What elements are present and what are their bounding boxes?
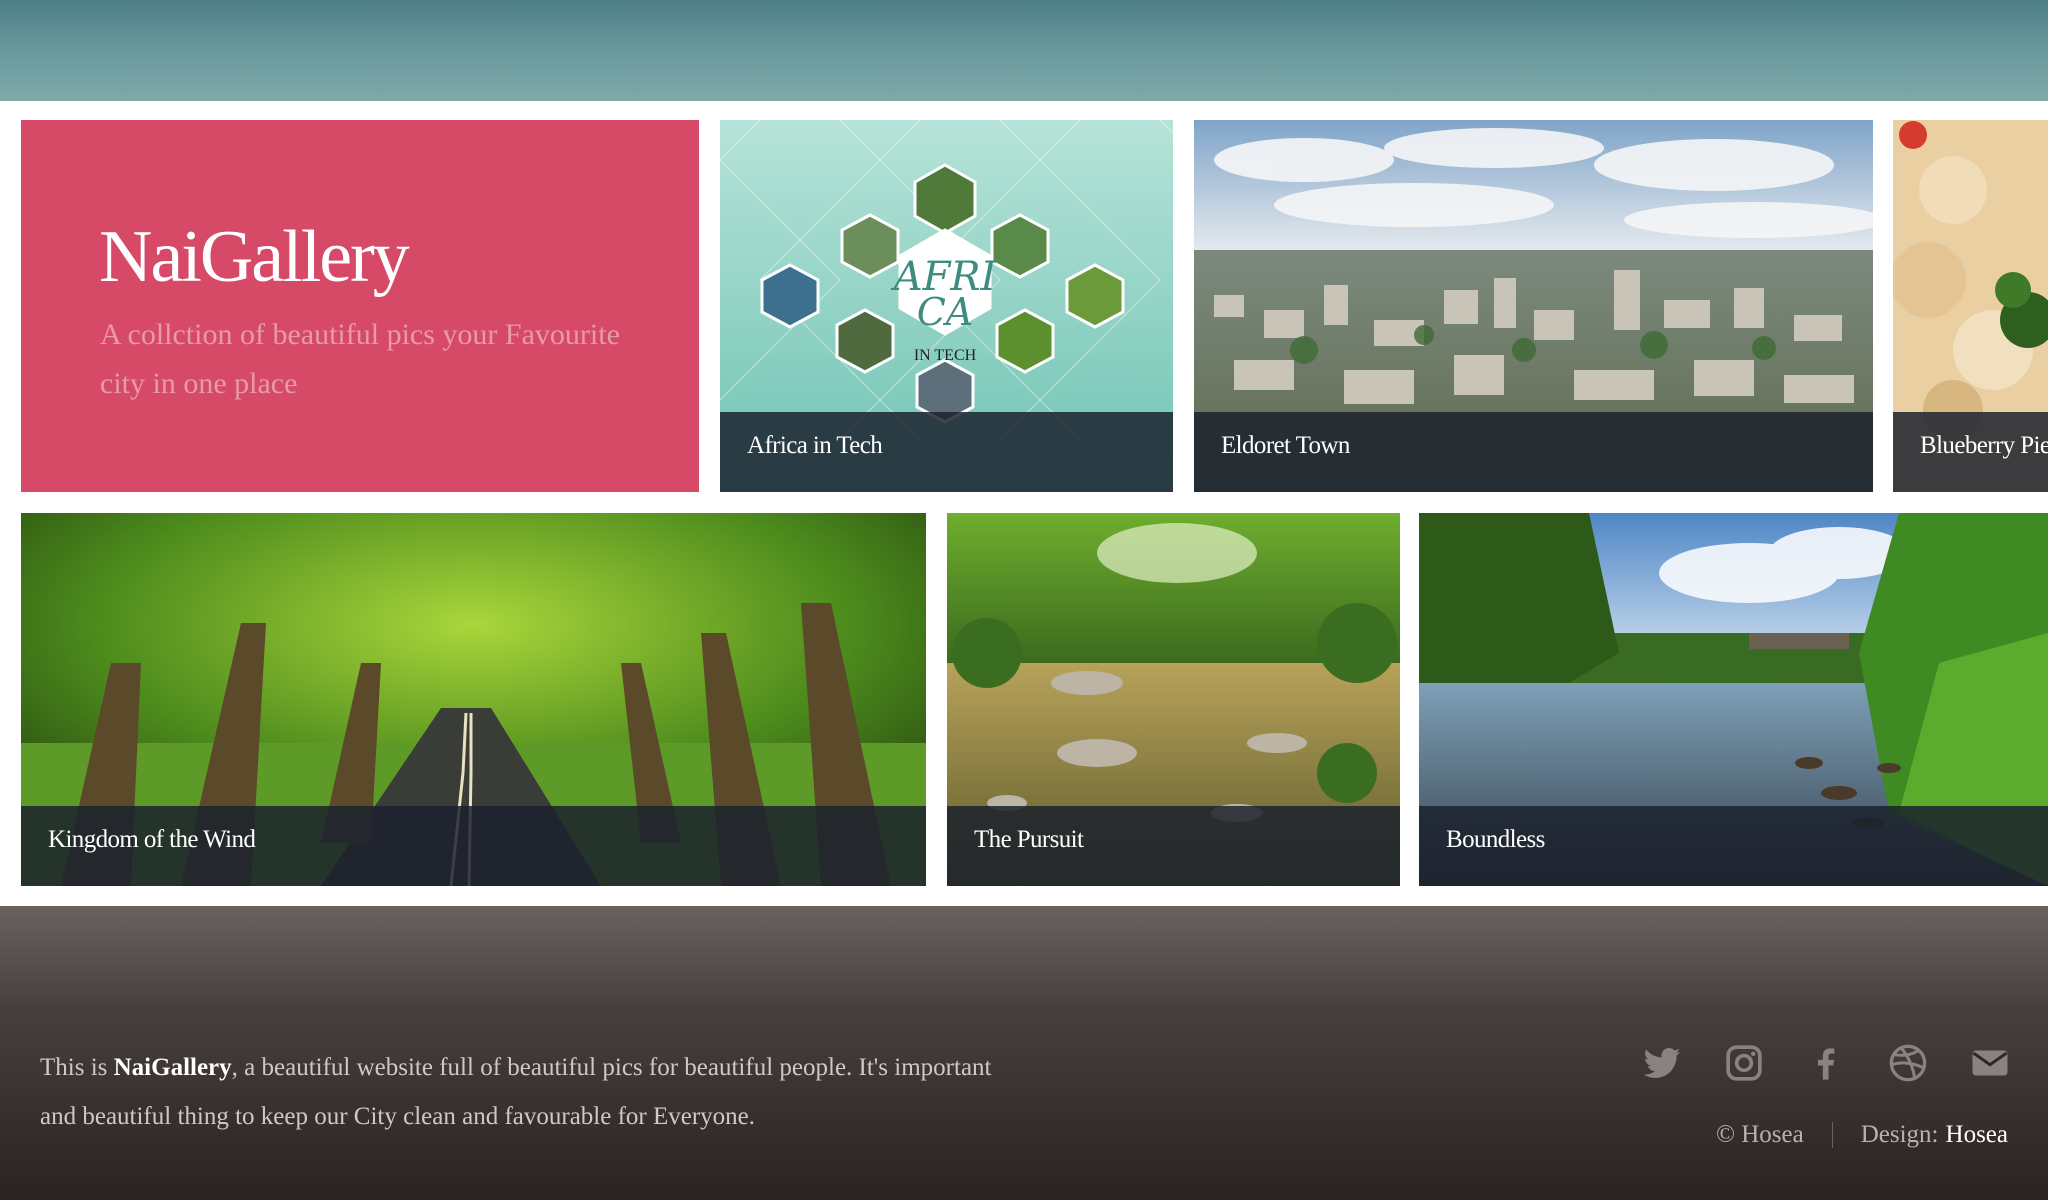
instagram-icon[interactable]	[1724, 1043, 1764, 1083]
caption-bar: Kingdom of the Wind	[21, 806, 926, 886]
gallery-tile-kingdom-of-the-wind[interactable]: Kingdom of the Wind	[21, 513, 926, 886]
footer-text-prefix: This is	[40, 1054, 114, 1081]
tile-caption: Boundless	[1446, 826, 1545, 853]
gallery-tile-africa-in-tech[interactable]: AFRI CA IN TECH Africa in Tech	[720, 120, 1173, 492]
africa-logo-line-3: IN TECH	[914, 347, 977, 364]
caption-bar: Eldoret Town	[1194, 412, 1873, 492]
social-links	[1642, 1043, 2010, 1083]
dribbble-icon[interactable]	[1888, 1043, 1928, 1083]
header-band	[0, 0, 2048, 101]
footer: This is NaiGallery, a beautiful website …	[0, 906, 2048, 1200]
divider	[1831, 1122, 1833, 1148]
gallery-tile-boundless[interactable]: Boundless	[1419, 513, 2048, 886]
caption-bar: Africa in Tech	[720, 412, 1173, 492]
facebook-icon[interactable]	[1806, 1043, 1846, 1083]
design-label: Design:	[1860, 1121, 1939, 1148]
twitter-icon[interactable]	[1642, 1043, 1682, 1083]
caption-bar: Blueberry Pie	[1893, 412, 2048, 492]
caption-bar: The Pursuit	[947, 806, 1400, 886]
tile-caption: Blueberry Pie	[1920, 432, 2048, 459]
mail-icon[interactable]	[1970, 1043, 2010, 1083]
site-tagline: A collction of beautiful pics your Favou…	[100, 318, 620, 400]
africa-logo-line-2: CA	[917, 290, 974, 334]
design-author-link[interactable]: Hosea	[1946, 1121, 2008, 1149]
gallery-tile-the-pursuit[interactable]: The Pursuit	[947, 513, 1400, 886]
tile-caption: The Pursuit	[974, 826, 1084, 853]
tile-caption: Africa in Tech	[747, 432, 883, 459]
intro-card: NaiGallery A collction of beautiful pics…	[21, 120, 699, 492]
gallery-tile-blueberry-pie[interactable]: Blueberry Pie	[1893, 120, 2048, 492]
footer-brand: NaiGallery	[113, 1054, 232, 1081]
footer-about: This is NaiGallery, a beautiful website …	[40, 1043, 1000, 1141]
tile-caption: Eldoret Town	[1221, 432, 1350, 459]
caption-bar: Boundless	[1419, 806, 2048, 886]
site-title: NaiGallery	[99, 216, 410, 298]
footer-credits: © Hosea Design: Hosea	[1716, 1121, 2008, 1149]
gallery-tile-eldoret-town[interactable]: Eldoret Town	[1194, 120, 1873, 492]
tile-caption: Kingdom of the Wind	[48, 826, 256, 853]
copyright: © Hosea	[1716, 1121, 1804, 1148]
